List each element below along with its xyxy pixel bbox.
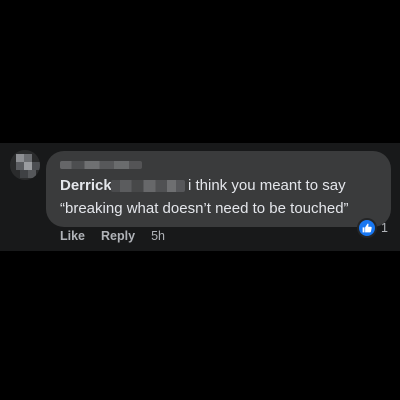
- avatar[interactable]: [10, 150, 40, 180]
- avatar-pixel: [32, 162, 40, 170]
- reply-button[interactable]: Reply: [101, 229, 135, 243]
- thumbs-up-glyph: [362, 223, 372, 233]
- avatar-pixel: [16, 154, 24, 162]
- comment-actions: Like Reply 5h: [60, 227, 165, 245]
- comment-author[interactable]: Derrick: [60, 176, 112, 196]
- avatar-pixel: [24, 162, 32, 170]
- reaction-count: 1: [381, 221, 388, 235]
- comment-text-line-1: i think you meant to say: [188, 177, 346, 194]
- avatar-pixel: [20, 170, 28, 178]
- avatar-pixel: [24, 154, 32, 162]
- thumbs-up-icon: [357, 218, 377, 238]
- screenshot-canvas: Derrick i think you meant to say “breaki…: [0, 0, 400, 400]
- comment-timestamp[interactable]: 5h: [151, 229, 165, 243]
- avatar-pixel: [16, 162, 24, 170]
- redacted-name-inline: [111, 180, 185, 192]
- comment-text-line-2: “breaking what doesn’t need to be touche…: [60, 200, 349, 217]
- like-button[interactable]: Like: [60, 229, 85, 243]
- reaction-summary[interactable]: 1: [357, 218, 388, 238]
- redacted-name-top: [60, 161, 142, 169]
- avatar-pixel: [28, 170, 36, 178]
